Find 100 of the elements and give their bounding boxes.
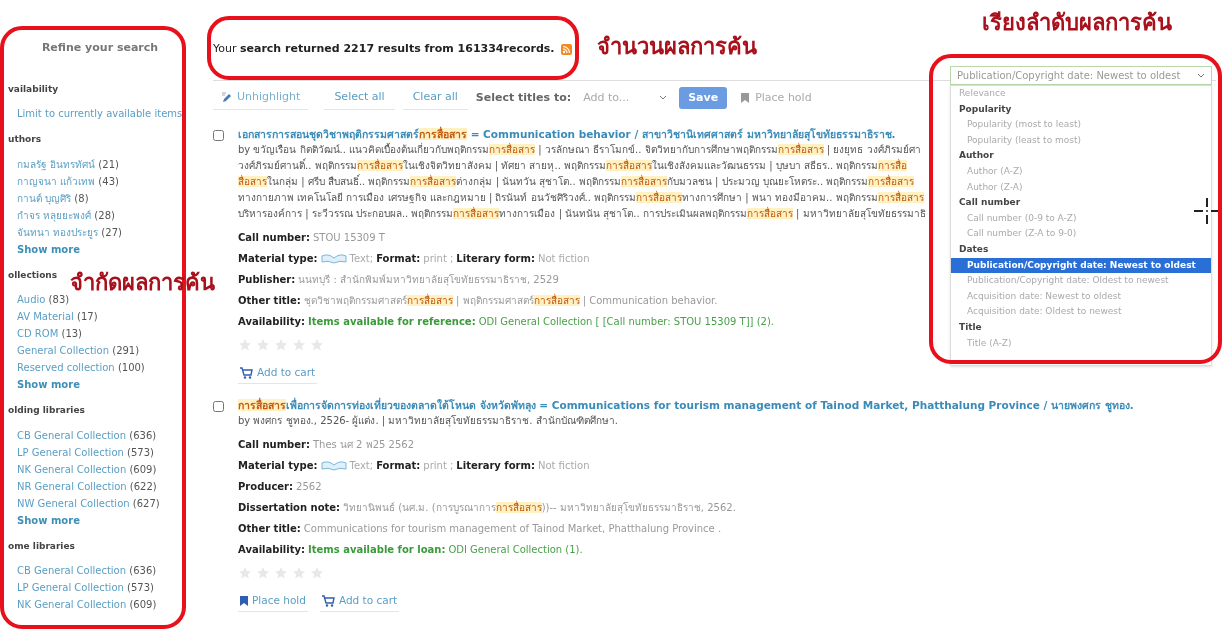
field-label: Material type: <box>238 252 318 266</box>
select-all-button[interactable]: Select all <box>324 86 395 110</box>
sort-option[interactable]: Author (Z-A) <box>951 179 1211 196</box>
facet-link[interactable]: General Collection (291) <box>17 342 140 359</box>
results-summary: Your search returned 2217 results from 161334records. <box>213 40 555 57</box>
facet-link[interactable]: CB General Collection (636) <box>17 562 157 579</box>
facet-link[interactable]: NR General Collection (622) <box>17 477 157 495</box>
facet-link[interactable]: LP General Collection (573) <box>17 443 154 461</box>
option-group-label: Title <box>958 320 983 334</box>
field-label: Publisher: <box>238 273 296 287</box>
field-label: Other title: <box>238 522 301 536</box>
add-to-select[interactable]: Add to... <box>579 86 672 110</box>
field-value: Communications for tourism management of Tainod Market, Phatthalung Province . <box>303 522 722 536</box>
annotation-text: จำนวนผลการค้น <box>597 33 757 61</box>
field-label: Literary form: <box>456 459 535 473</box>
field-value: Not fiction <box>537 252 590 266</box>
annotation-text: เรียงลำดับผลการค้น <box>982 9 1172 37</box>
byline-text: ทางกายภาพ เทคโนโลยี การเมือง เศรษฐกิจ และกฎหมาย | ถิรนันท์ อนวัชศิริวงศ์.. พฤติกรรมการสื่อสารทางการศึกษา | พนา ทองมีอาคม.. พฤติกรรมการสื่อสาร <box>238 190 924 206</box>
field-label: Dissertation note: <box>238 501 341 515</box>
field-value: Thes นศ 2 พ25 2562 <box>312 438 414 452</box>
facet-link[interactable]: Audio (83) <box>17 291 70 308</box>
sort-option[interactable]: Acquisition date: Newest to oldest <box>951 288 1211 305</box>
show-more-link[interactable]: Show more <box>17 376 80 393</box>
chevron-icon <box>1197 72 1205 79</box>
sort-option[interactable]: Popularity (most to least) <box>951 117 1211 133</box>
facet-link[interactable]: CD ROM (13) <box>17 325 83 342</box>
sort-option[interactable]: Call number (Z-A to 9-0) <box>951 226 1211 242</box>
facet-heading: ome libraries <box>7 539 75 553</box>
field-label: Literary form: <box>456 252 535 266</box>
byline-text: by พงศกร ชูทอง., 2526- ผู้แต่ง. | มหาวิทยาลัยสุโขทัยธรรมาธิราช. สำนักบัณฑิตศึกษา. <box>238 414 618 429</box>
sort-option[interactable]: Acquisition date: Oldest to newest <box>951 304 1211 320</box>
place-hold-button[interactable]: Place hold <box>735 86 818 110</box>
field-value: Not fiction <box>537 459 590 473</box>
rss-icon[interactable] <box>560 43 572 55</box>
availability-link[interactable]: ODI General Collection [ [Call number: STOU 15309 T]] (2). <box>478 314 775 329</box>
facet-link[interactable]: จันทนา ทองประยูร (27) <box>17 223 122 241</box>
field-value: ชุดวิชาพฤติกรรมศาสตร์การสื่อสาร | พฤติกรรมศาสตร์การสื่อสาร | Communication behavior. <box>303 293 718 308</box>
field-label: Format: <box>376 459 421 473</box>
unhighlight-button[interactable]: Unhighlight <box>213 86 309 110</box>
sort-option[interactable]: Relevance <box>951 86 1211 102</box>
show-more-link[interactable]: Show more <box>17 511 80 529</box>
show-more-link[interactable]: Show more <box>17 240 80 258</box>
field-value: Text; <box>349 252 374 266</box>
clear-all-button[interactable]: Clear all <box>402 86 468 110</box>
facet-heading: ollections <box>7 268 58 282</box>
field-label: Material type: <box>238 459 318 473</box>
sort-option[interactable]: Publication/Copyright date: Oldest to newest <box>951 273 1211 289</box>
result-checkbox[interactable] <box>213 130 224 141</box>
field-label: Format: <box>376 252 421 266</box>
facet-link[interactable]: กานต์ บุญศิริ (8) <box>17 189 89 207</box>
facet-link[interactable]: NK General Collection (609) <box>17 596 157 613</box>
bookmark-icon <box>240 595 248 606</box>
facet-link[interactable]: LP General Collection (573) <box>17 579 154 596</box>
field-value: STOU 15309 T <box>312 231 385 245</box>
chevron-icon <box>659 95 668 101</box>
facet-link[interactable]: CB General Collection (636) <box>17 426 157 444</box>
field-label: Call number: <box>238 438 310 452</box>
sort-option[interactable]: Title (A-Z) <box>951 335 1211 352</box>
byline-text: บริหารองค์การ | ระวีวรรณ ประกอบผล.. พฤติกรรมการสื่อสารทางการเมือง | นันทนัน สุชาโต.. การประเมินผลพฤติกรรมการสื่อสาร | มหาวิทยาลัยสุโขทัยธรรมาธิ <box>238 206 926 222</box>
facet-heading: uthors <box>7 133 42 146</box>
availability-link[interactable]: ODI General Collection (1). <box>448 542 583 557</box>
field-value: print ; <box>423 252 454 266</box>
field-label: Availability: <box>238 315 305 329</box>
result-checkbox[interactable] <box>213 401 224 412</box>
result-title-link[interactable]: เอกสารการสอนชุดวิชาพฤติกรรมศาสตร์การสื่อสาร = Communication behavior / สาขาวิชานิเทศศาสตร์ มหาวิทยาลัยสุโขทัยธรรมาธิราช. <box>238 127 926 142</box>
facet-link[interactable]: Limit to currently available items <box>17 105 183 122</box>
add-to-cart-link[interactable]: Add to cart <box>319 590 400 612</box>
pencil-icon <box>221 91 233 104</box>
option-group-label: Dates <box>958 242 990 256</box>
byline-text: สื่อสารในกลุ่ม | ศรีบ สืบสนธิ์.. พฤติกรรมการสื่อสารต่างกลุ่ม | นันทวัน สุชาโต.. พฤติกรรมการสื่อสารกับมวลชน | ประมวญ บุณยะโหตระ.. พฤติกรรมการสื่อสาร <box>238 174 915 190</box>
sort-option[interactable]: Call number (0-9 to A-Z) <box>951 210 1211 227</box>
bookmark-icon <box>741 93 750 103</box>
cart-icon <box>321 594 335 607</box>
facet-link[interactable]: AV Material (17) <box>17 308 98 325</box>
field-value: print ; <box>423 459 454 473</box>
facet-link[interactable]: NK General Collection (609) <box>17 460 157 478</box>
save-button[interactable]: Save <box>679 87 728 109</box>
sort-select[interactable]: Publication/Copyright date: Newest to oldest <box>950 66 1212 85</box>
facet-link[interactable]: Reserved collection (100) <box>17 359 145 376</box>
option-group-label: Popularity <box>958 102 1013 116</box>
add-to-cart-link[interactable]: Add to cart <box>238 362 318 384</box>
field-value: 2562 <box>296 480 322 494</box>
facet-link[interactable]: กำจร หลุยยะพงศ์ (28) <box>17 206 115 224</box>
place-hold-link[interactable]: Place hold <box>238 590 308 612</box>
sort-option[interactable]: Popularity (least to most) <box>951 132 1211 149</box>
result-title-link[interactable]: การสื่อสารเพื่อการจัดการท่องเที่ยวของตลาดใต้โหนด จังหวัดพัทลุง = Communications for tourism management of Tainod Market, Phatthalung Province / นายพงศกร ชูทอง. <box>238 398 1134 413</box>
field-label: Availability: <box>238 543 305 557</box>
sort-option[interactable]: Publication/Copyright date: Newest to oldest <box>951 257 1211 274</box>
cart-icon <box>240 366 253 379</box>
facet-link[interactable]: NW General Collection (627) <box>17 494 160 512</box>
availability-status: Items available for reference: <box>308 315 476 329</box>
field-label: Producer: <box>238 480 294 494</box>
facet-heading: vailability <box>7 82 59 96</box>
option-group-label: Call number <box>958 196 1022 210</box>
open-book-icon <box>320 253 347 264</box>
facet-link[interactable]: กมลรัฐ อินทรทัศน์ (21) <box>17 155 119 173</box>
sort-option[interactable]: Author (A-Z) <box>951 163 1211 180</box>
option-group-label: Author <box>958 149 995 163</box>
byline-text: by ขวัญเรือน กิตติวัฒน์.. แนวคิดเบื้องต้นเกี่ยวกับพฤติกรรมการสื่อสาร | วรลักษณา ธีราโมกข์.. จิตวิทยากับการศึกษาพฤติกรรมการสื่อสาร | ยงยุทธ วงศ์ภิรมย์ศา <box>238 142 921 158</box>
facet-link[interactable]: กาญจนา แก้วเทพ (43) <box>17 172 119 190</box>
